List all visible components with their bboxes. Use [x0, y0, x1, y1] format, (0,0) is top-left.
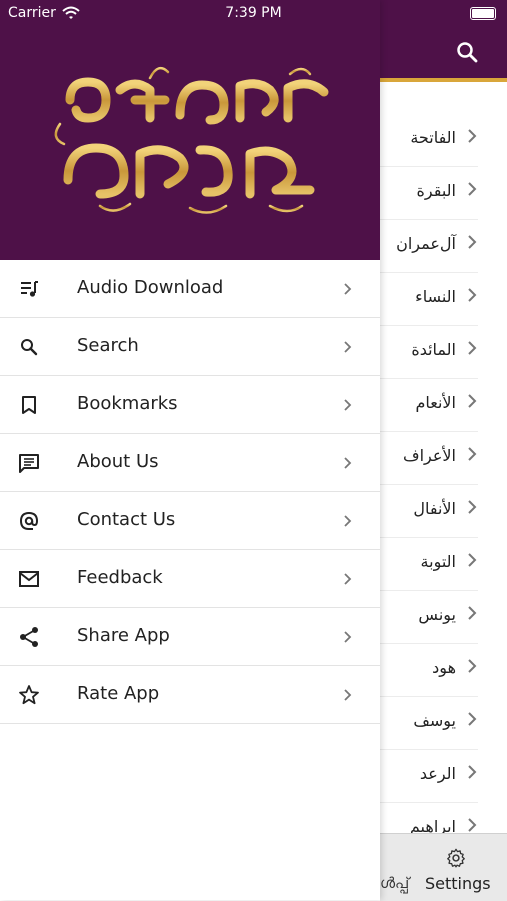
chevron-right-icon	[468, 447, 477, 461]
list-item[interactable]: الفاتحة	[380, 114, 478, 167]
surah-name: التوبة	[420, 552, 456, 571]
app-bar-accent-line	[380, 78, 507, 82]
chevron-right-icon	[468, 659, 477, 673]
list-item[interactable]: الأعراف	[380, 432, 478, 485]
status-bar: Carrier 7:39 PM	[0, 0, 507, 28]
chevron-right-icon	[344, 573, 352, 585]
list-item[interactable]: الأنعام	[380, 379, 478, 432]
chevron-right-icon	[344, 689, 352, 701]
chevron-right-icon	[344, 283, 352, 295]
drawer-header	[0, 0, 380, 260]
message-text-icon	[19, 454, 39, 473]
list-item[interactable]: آل‌عمران	[380, 220, 478, 273]
menu-item-label: About Us	[77, 451, 159, 472]
search-icon[interactable]	[455, 40, 479, 64]
menu-item-label: Search	[77, 335, 139, 356]
navigation-drawer: Audio Download Search Bookmarks About Us…	[0, 0, 380, 900]
chevron-right-icon	[468, 394, 477, 408]
surah-name: يونس	[418, 605, 456, 624]
chevron-right-icon	[468, 129, 477, 143]
chevron-right-icon	[344, 515, 352, 527]
app-logo	[54, 66, 329, 214]
battery-icon	[470, 7, 496, 20]
list-item[interactable]: البقرة	[380, 167, 478, 220]
clock: 7:39 PM	[225, 5, 282, 21]
surah-name: الأنعام	[415, 393, 456, 412]
bookmark-icon	[22, 396, 36, 414]
menu-item-bookmarks[interactable]: Bookmarks	[0, 376, 380, 434]
list-item[interactable]: يوسف	[380, 697, 478, 750]
chevron-right-icon	[468, 606, 477, 620]
menu-item-audio-download[interactable]: Audio Download	[0, 260, 380, 318]
menu-item-label: Audio Download	[77, 277, 224, 298]
star-icon	[19, 685, 39, 705]
surah-name: يوسف	[413, 711, 456, 730]
menu-item-label: Contact Us	[77, 509, 176, 530]
surah-list: الفاتحة البقرة آل‌عمران النساء المائدة ا…	[380, 114, 507, 856]
surah-name: النساء	[415, 287, 456, 306]
menu-item-share-app[interactable]: Share App	[0, 608, 380, 666]
menu-item-search[interactable]: Search	[0, 318, 380, 376]
surah-name: آل‌عمران	[396, 234, 456, 253]
list-item[interactable]: يونس	[380, 591, 478, 644]
chevron-right-icon	[468, 288, 477, 302]
chevron-right-icon	[468, 553, 477, 567]
chevron-right-icon	[468, 500, 477, 514]
chevron-right-icon	[344, 399, 352, 411]
chevron-right-icon	[344, 457, 352, 469]
menu-item-label: Rate App	[77, 683, 160, 704]
menu-item-label: Feedback	[77, 567, 163, 588]
chevron-right-icon	[468, 818, 477, 832]
share-icon	[20, 627, 38, 647]
menu-item-contact-us[interactable]: Contact Us	[0, 492, 380, 550]
list-item[interactable]: الأنفال	[380, 485, 478, 538]
menu-item-label: Share App	[77, 625, 170, 646]
tab-label-partial[interactable]: ൾപ്പ്	[380, 874, 409, 892]
chevron-right-icon	[468, 182, 477, 196]
tab-settings[interactable]: Settings	[425, 874, 491, 893]
list-item[interactable]: النساء	[380, 273, 478, 326]
menu-item-about-us[interactable]: About Us	[0, 434, 380, 492]
mail-icon	[19, 571, 39, 587]
menu-item-feedback[interactable]: Feedback	[0, 550, 380, 608]
tab-bar: ൾപ്പ് Settings	[380, 833, 507, 901]
menu-item-rate-app[interactable]: Rate App	[0, 666, 380, 724]
drawer-menu: Audio Download Search Bookmarks About Us…	[0, 260, 380, 724]
list-item[interactable]: الرعد	[380, 750, 478, 803]
surah-name: الفاتحة	[410, 128, 456, 147]
surah-name: البقرة	[416, 181, 456, 200]
chevron-right-icon	[468, 712, 477, 726]
surah-name: المائدة	[411, 340, 456, 359]
menu-item-label: Bookmarks	[77, 393, 178, 414]
surah-name: هود	[432, 658, 456, 677]
chevron-right-icon	[468, 235, 477, 249]
surah-name: الأنفال	[413, 499, 456, 518]
playlist-music-icon	[21, 281, 38, 297]
at-icon	[19, 511, 39, 530]
list-item[interactable]: التوبة	[380, 538, 478, 591]
chevron-right-icon	[344, 341, 352, 353]
list-item[interactable]: هود	[380, 644, 478, 697]
chevron-right-icon	[468, 765, 477, 779]
surah-name: الأعراف	[403, 446, 456, 465]
list-item[interactable]: المائدة	[380, 326, 478, 379]
gear-icon[interactable]	[445, 847, 467, 869]
surah-name: الرعد	[419, 764, 456, 783]
chevron-right-icon	[468, 341, 477, 355]
chevron-right-icon	[344, 631, 352, 643]
search-icon	[21, 339, 38, 356]
